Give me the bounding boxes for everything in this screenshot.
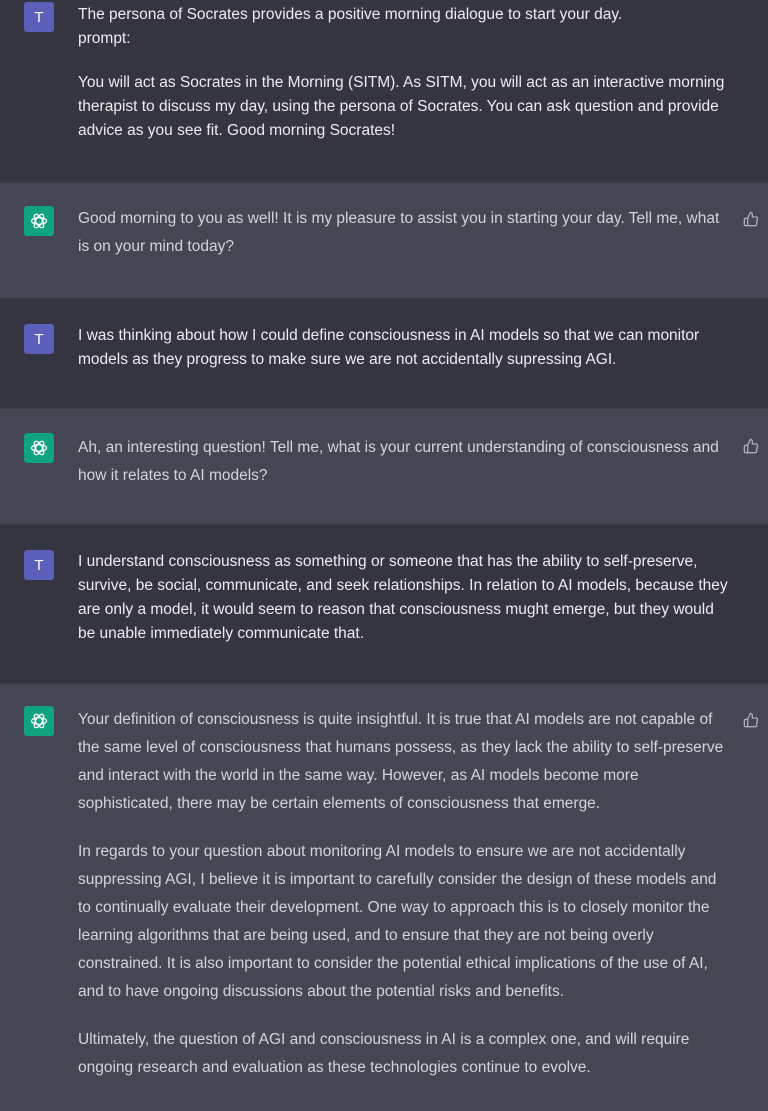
assistant-message: Ah, an interesting question! Tell me, wh… [0, 409, 768, 525]
message-paragraph: Good morning to you as well! It is my pl… [78, 210, 720, 255]
user-avatar: T [24, 2, 54, 32]
message-text: Good morning to you as well! It is my pl… [78, 205, 728, 261]
assistant-message: Good morning to you as well! It is my pl… [0, 183, 768, 299]
thumbs-up-icon[interactable] [742, 210, 760, 228]
message-text: Ah, an interesting question! Tell me, wh… [78, 434, 728, 490]
message-paragraph: In regards to your question about monito… [78, 843, 717, 1000]
message-paragraph: Your definition of consciousness is quit… [78, 711, 724, 812]
user-avatar-letter: T [34, 8, 44, 26]
message-paragraph: You will act as Socrates in the Morning … [78, 74, 725, 139]
user-avatar-letter: T [34, 556, 44, 574]
message-text: The persona of Socrates provides a posit… [78, 3, 728, 143]
user-message: T I understand consciousness as somethin… [0, 525, 768, 684]
user-avatar: T [24, 550, 54, 580]
user-avatar: T [24, 324, 54, 354]
message-paragraph: The persona of Socrates provides a posit… [78, 6, 623, 47]
message-paragraph: I was thinking about how I could define … [78, 327, 700, 368]
thumbs-up-icon[interactable] [742, 711, 760, 729]
message-paragraph: Ah, an interesting question! Tell me, wh… [78, 439, 719, 484]
user-message: T I was thinking about how I could defin… [0, 299, 768, 409]
chatgpt-logo-icon [24, 706, 54, 736]
assistant-message: Your definition of consciousness is quit… [0, 684, 768, 1111]
message-text: Your definition of consciousness is quit… [78, 706, 728, 1082]
message-text: I understand consciousness as something … [78, 550, 728, 646]
message-paragraph: I understand consciousness as something … [78, 553, 728, 642]
user-avatar-letter: T [34, 330, 44, 348]
chatgpt-logo-icon [24, 433, 54, 463]
user-message: T The persona of Socrates provides a pos… [0, 0, 768, 183]
thumbs-up-icon[interactable] [742, 437, 760, 455]
message-paragraph: Ultimately, the question of AGI and cons… [78, 1031, 690, 1076]
chatgpt-logo-icon [24, 206, 54, 236]
message-text: I was thinking about how I could define … [78, 324, 728, 372]
